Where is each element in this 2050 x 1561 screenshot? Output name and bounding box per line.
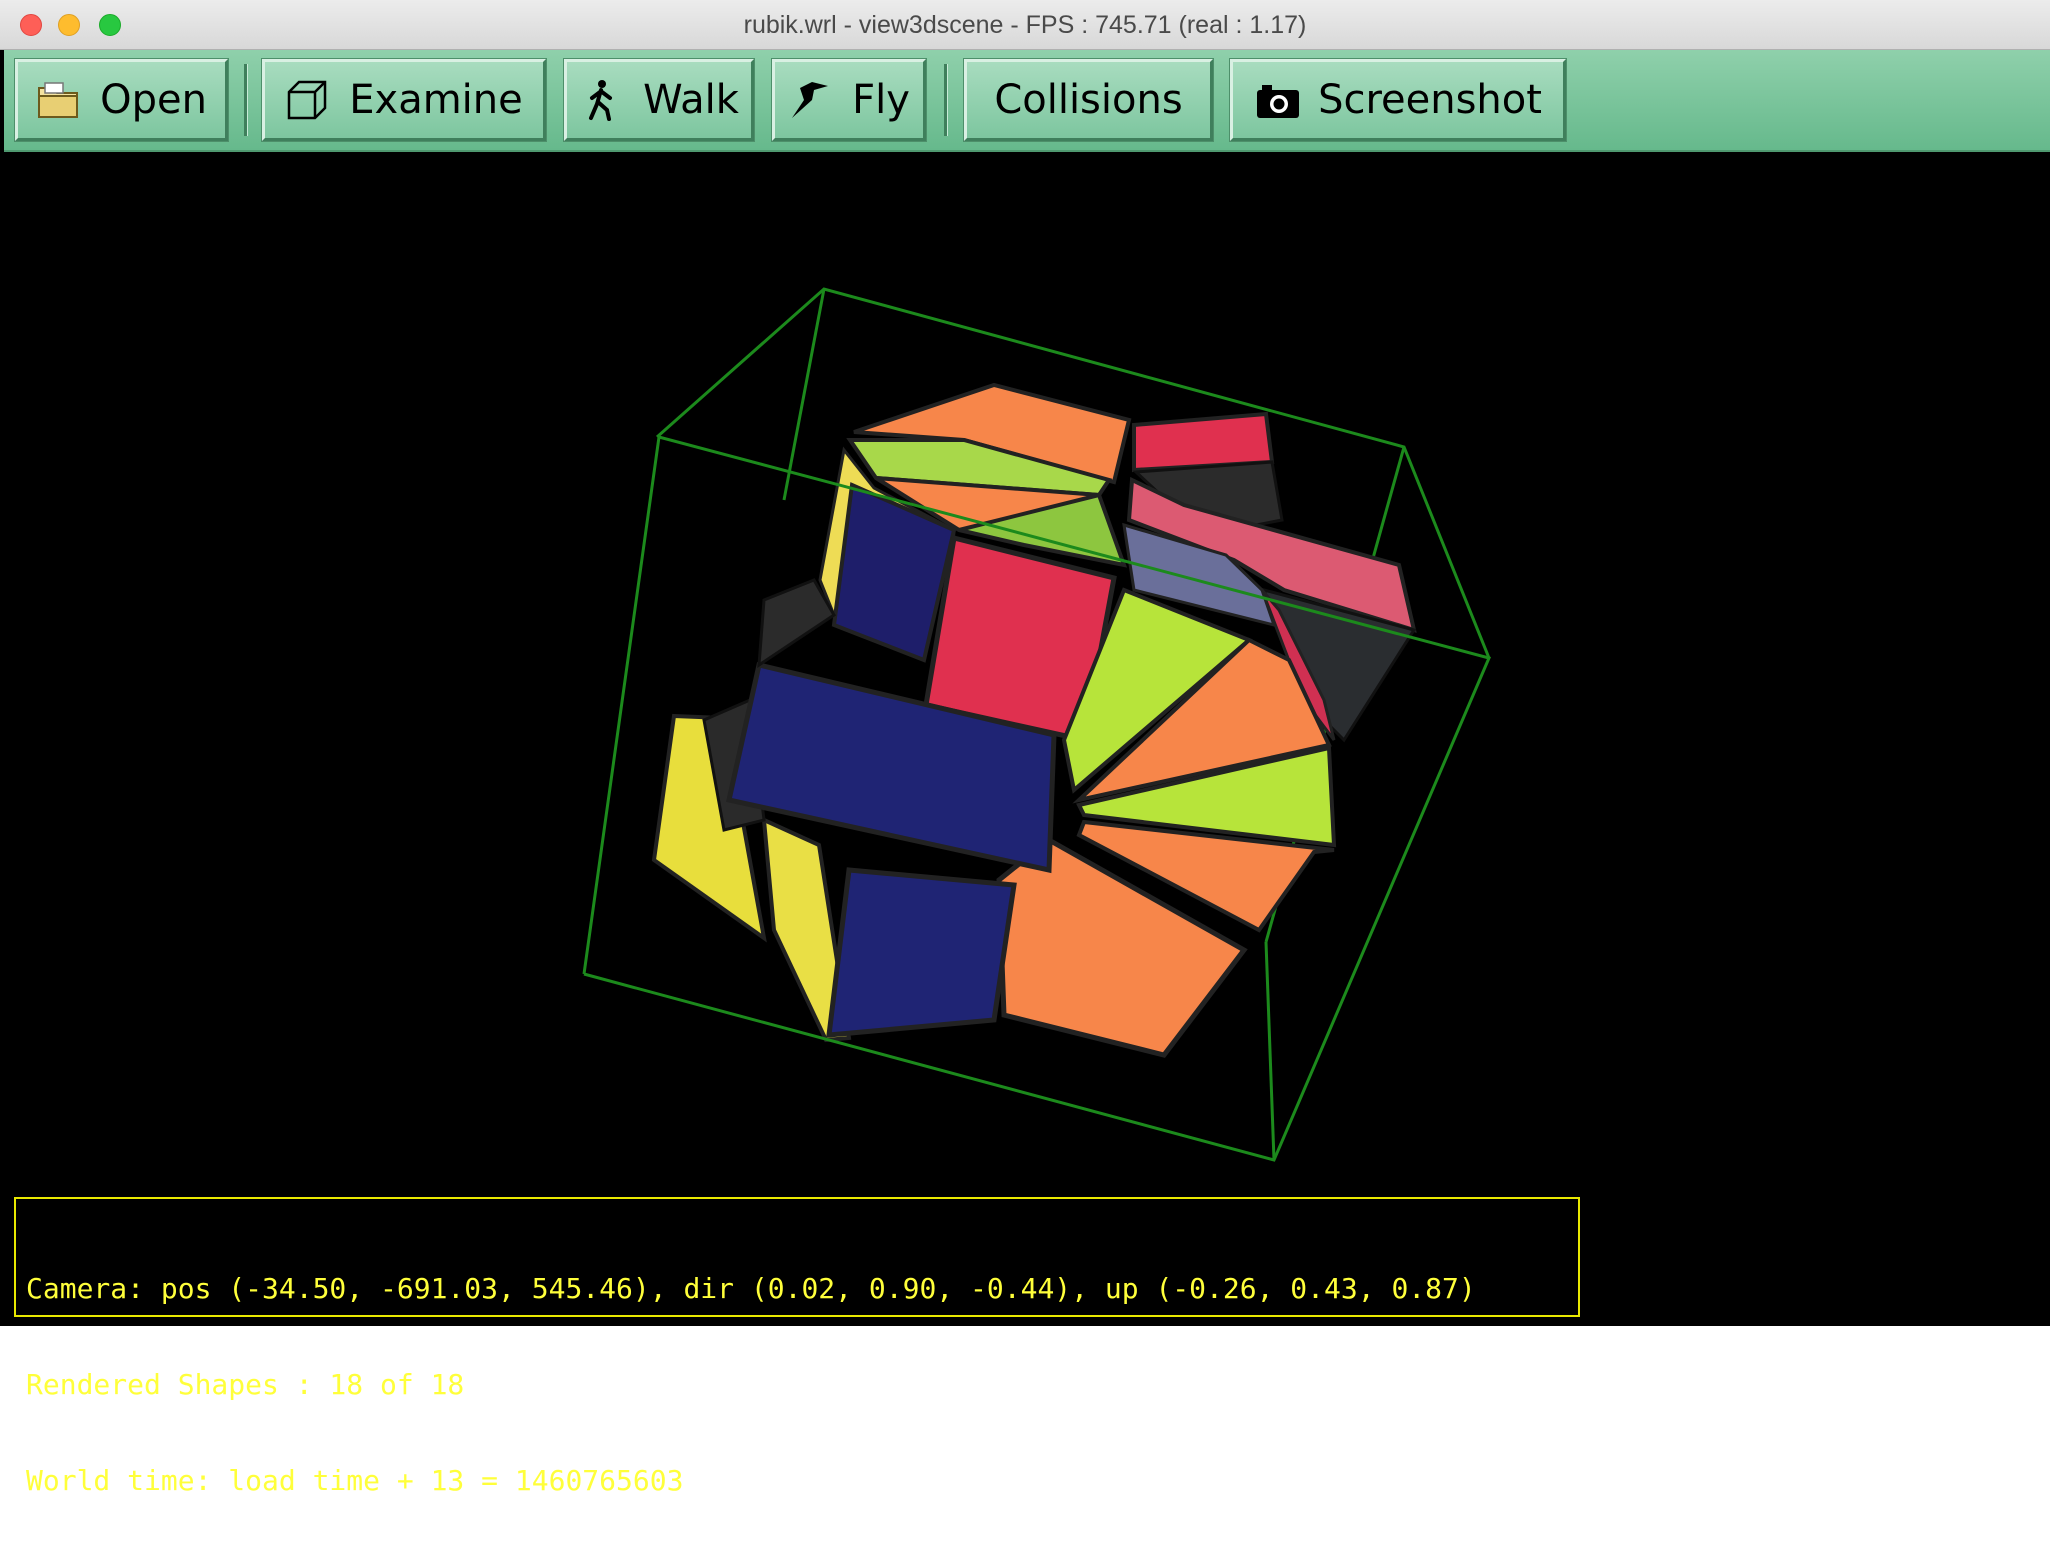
camera-status-line: Camera: pos (-34.50, -691.03, 545.46), d… xyxy=(26,1272,1476,1305)
examine-button-label: Examine xyxy=(349,77,523,123)
screenshot-button-label: Screenshot xyxy=(1318,77,1542,123)
screenshot-button[interactable]: Screenshot xyxy=(1230,59,1566,141)
collisions-button[interactable]: Collisions xyxy=(964,59,1213,141)
fly-button-label: Fly xyxy=(852,77,910,123)
status-overlay: Camera: pos (-34.50, -691.03, 545.46), d… xyxy=(14,1197,1580,1497)
rubik-cube-model xyxy=(582,287,1492,1162)
cube-piece-blue xyxy=(826,867,1017,1038)
fly-button[interactable]: Fly xyxy=(772,59,926,141)
app-window: rubik.wrl - view3dscene - FPS : 745.71 (… xyxy=(0,0,2050,1497)
toolbar-separator xyxy=(244,64,247,136)
window-title: rubik.wrl - view3dscene - FPS : 745.71 (… xyxy=(743,11,1307,39)
bounding-box-front-edge xyxy=(1264,941,1276,1161)
title-bar[interactable]: rubik.wrl - view3dscene - FPS : 745.71 (… xyxy=(0,0,2050,50)
examine-button[interactable]: Examine xyxy=(262,59,546,141)
toolbar: Open Examine Walk Fly Collisions Screens… xyxy=(4,50,2050,152)
collisions-button-label: Collisions xyxy=(994,77,1183,123)
folder-icon xyxy=(36,78,80,122)
walk-button-label: Walk xyxy=(643,77,739,123)
rendered-shapes-line: Rendered Shapes : 18 of 18 xyxy=(26,1368,465,1401)
toolbar-separator xyxy=(944,64,947,136)
world-time-line: World time: load time + 13 = 1460765603 xyxy=(26,1464,684,1497)
cube-piece-dark xyxy=(757,578,836,668)
cube-piece-red xyxy=(1132,411,1275,473)
open-button-label: Open xyxy=(100,77,207,123)
open-button[interactable]: Open xyxy=(15,59,228,141)
cube-icon xyxy=(285,78,329,122)
bird-icon xyxy=(788,78,832,122)
3d-viewport[interactable] xyxy=(4,152,2050,1326)
walking-person-icon xyxy=(579,78,623,122)
walk-button[interactable]: Walk xyxy=(564,59,754,141)
camera-icon xyxy=(1254,78,1300,122)
